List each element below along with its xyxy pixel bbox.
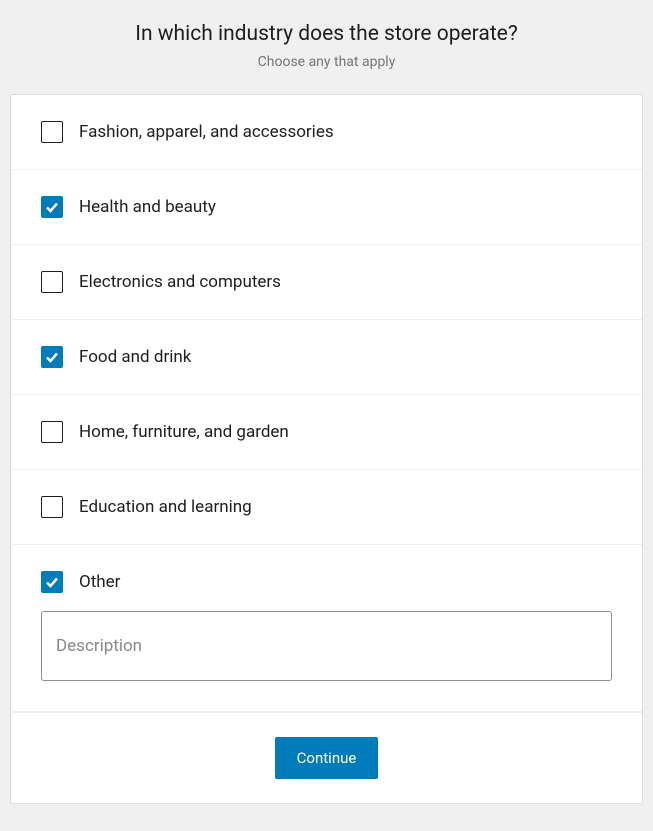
description-wrapper xyxy=(41,611,612,681)
checkbox-food-drink[interactable] xyxy=(41,346,63,368)
option-label: Home, furniture, and garden xyxy=(79,422,289,442)
checkbox-other[interactable] xyxy=(41,571,63,593)
card-footer: Continue xyxy=(11,712,642,803)
option-home-furniture[interactable]: Home, furniture, and garden xyxy=(11,395,642,470)
option-label: Health and beauty xyxy=(79,197,216,217)
option-label: Food and drink xyxy=(79,347,191,367)
checkbox-education[interactable] xyxy=(41,496,63,518)
option-label: Fashion, apparel, and accessories xyxy=(79,122,334,142)
option-fashion[interactable]: Fashion, apparel, and accessories xyxy=(11,95,642,170)
option-food-drink[interactable]: Food and drink xyxy=(11,320,642,395)
industry-card: Fashion, apparel, and accessories Health… xyxy=(10,94,643,804)
checkbox-home-furniture[interactable] xyxy=(41,421,63,443)
continue-button[interactable]: Continue xyxy=(275,737,379,779)
option-label: Other xyxy=(79,572,120,592)
checkbox-fashion[interactable] xyxy=(41,121,63,143)
checkbox-electronics[interactable] xyxy=(41,271,63,293)
page-title: In which industry does the store operate… xyxy=(10,22,643,46)
option-label: Electronics and computers xyxy=(79,272,281,292)
check-icon xyxy=(44,574,60,590)
option-education[interactable]: Education and learning xyxy=(11,470,642,545)
description-input[interactable] xyxy=(41,611,612,681)
page-subtitle: Choose any that apply xyxy=(10,54,643,70)
option-health-beauty[interactable]: Health and beauty xyxy=(11,170,642,245)
form-header: In which industry does the store operate… xyxy=(10,10,643,94)
check-icon xyxy=(44,199,60,215)
option-other[interactable]: Other xyxy=(11,545,642,712)
checkbox-health-beauty[interactable] xyxy=(41,196,63,218)
option-electronics[interactable]: Electronics and computers xyxy=(11,245,642,320)
option-label: Education and learning xyxy=(79,497,252,517)
check-icon xyxy=(44,349,60,365)
